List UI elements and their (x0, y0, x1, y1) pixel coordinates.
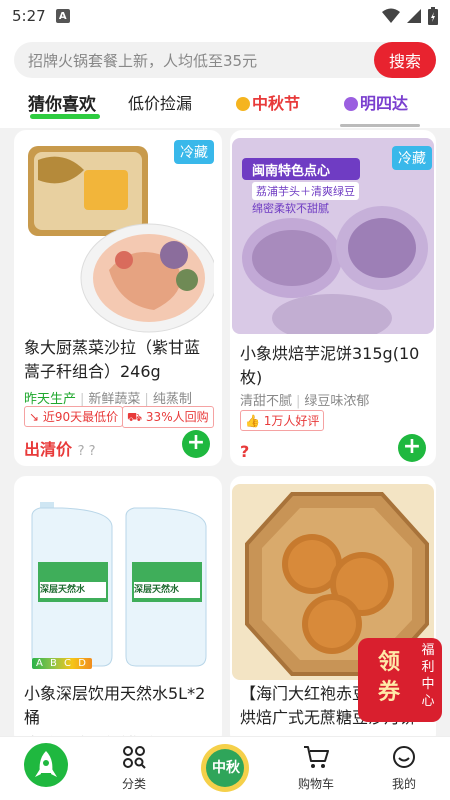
coupon-label-line: 券 (377, 680, 400, 705)
coupon-label-line: 领 (377, 650, 400, 675)
image-banner: 闽南特色点心 (252, 164, 331, 179)
battery-icon (428, 7, 438, 25)
status-bar: 5:27 A (0, 0, 450, 32)
product-image (24, 140, 214, 336)
image-subtitle: 荔浦芋头＋清爽绿豆 (252, 182, 359, 200)
product-card[interactable]: 冷藏 象大厨蒸菜沙拉（紫甘蓝 蒿子秆组合）246g 昨天生产 | 新鲜蔬菜 | 纯蒸制 … (14, 130, 222, 466)
cart-icon (304, 746, 329, 768)
reviews-pill: 👍 1万人好评 (240, 410, 325, 431)
product-tag: 绿豆味浓郁 (304, 394, 370, 409)
rocket-icon (24, 743, 68, 787)
nav-label: 分类 (121, 777, 146, 791)
tab-label: 猜你喜欢 (28, 95, 96, 115)
product-tags: 清甜不腻 | 绿豆味浓郁 (240, 394, 370, 409)
product-price: ? (240, 442, 250, 461)
product-title-line: 象大厨蒸菜沙拉（紫甘蓝 (24, 338, 201, 357)
price-label: 出清价 (24, 440, 73, 459)
tab-bargain[interactable]: 低价捡漏 (128, 90, 192, 114)
cold-storage-badge: 冷藏 (392, 146, 432, 170)
add-to-cart-button[interactable]: + (398, 434, 426, 462)
product-card[interactable]: 深层天然水 深层天然水 A B C D 小象深层饮用天然水5L*2 桶 地下深层… (14, 476, 222, 746)
product-card[interactable]: 闽南特色点心 荔浦芋头＋清爽绿豆 绵密柔软不甜腻 冷藏 小象烘焙芋泥饼315g(… (230, 130, 436, 466)
search-placeholder: 招牌火锅套餐上新，人均低至35元 (28, 52, 258, 70)
repurchase-pill: ⛟ 33%人回购 (122, 406, 214, 428)
tab-label: 中秋节 (252, 94, 301, 113)
tab-active-indicator (30, 114, 100, 119)
product-title: 小象深层饮用天然水5L*2 桶 (24, 682, 220, 730)
product-title-line: 小象烘焙芋泥饼315g(10 (240, 344, 420, 363)
cold-storage-badge: 冷藏 (174, 140, 214, 164)
brand-logo-icon (344, 97, 358, 111)
nav-mid-autumn[interactable]: 中秋 (185, 743, 265, 797)
tab-scroll-indicator (340, 124, 420, 127)
nutrition-grade: A B C D (32, 658, 92, 669)
product-title-line: 桶 (24, 708, 41, 727)
price-value: ? ? (77, 444, 96, 459)
product-title: 象大厨蒸菜沙拉（紫甘蓝 蒿子秆组合）246g (24, 336, 218, 384)
wifi-icon (382, 8, 400, 23)
product-price: 出清价 ? ? (24, 436, 96, 460)
product-tags: 昨天生产 | 新鲜蔬菜 | 纯蒸制 (24, 392, 192, 407)
tab-label: 低价捡漏 (128, 94, 193, 113)
tab-mid-autumn[interactable]: 中秋节 (236, 90, 300, 114)
bottle-label: 深层天然水 (134, 585, 180, 595)
product-tag: 清甜不腻 (240, 394, 293, 409)
coupon-side-label: 福利中心 (421, 643, 435, 709)
nav-label: 我的 (391, 777, 416, 791)
product-title-line: 蒿子秆组合）246g (24, 362, 161, 381)
bottom-navigation: 分类 中秋 购物车 我的 (0, 736, 450, 800)
product-title-line: 小象深层饮用天然水5L*2 (24, 684, 206, 703)
tab-brand[interactable]: 明四达 (344, 90, 408, 114)
category-tabs: 猜你喜欢 低价捡漏 中秋节 明四达 (0, 86, 450, 128)
nav-profile[interactable]: 我的 (364, 745, 444, 792)
product-tag: 昨天生产 (24, 392, 77, 407)
nav-label: 购物车 (297, 777, 334, 791)
pill-label: 1万人好评 (263, 414, 320, 428)
pill-label: 33%人回购 (145, 410, 209, 424)
nav-cart[interactable]: 购物车 (276, 745, 356, 792)
nav-label: 中秋 (212, 760, 240, 776)
moon-icon (236, 97, 250, 111)
product-title-line: 枚) (240, 368, 263, 387)
pill-label: 近90天最低价 (42, 410, 119, 424)
search-button[interactable]: 搜索 (374, 42, 436, 78)
smiley-icon (393, 746, 415, 768)
signal-icon (407, 9, 421, 23)
search-bar: 招牌火锅套餐上新，人均低至35元 搜索 (0, 32, 450, 86)
product-title: 小象烘焙芋泥饼315g(10 枚) (240, 342, 430, 390)
lowest-price-pill: ↘ 近90天最低价 (24, 406, 124, 427)
salad-image (24, 140, 214, 336)
image-subtitle: 绵密柔软不甜腻 (252, 202, 329, 215)
product-tag: 新鲜蔬菜 (88, 392, 141, 407)
search-input[interactable]: 招牌火锅套餐上新，人均低至35元 搜索 (14, 42, 436, 78)
status-time: 5:27 (12, 7, 46, 25)
category-icon (123, 746, 146, 769)
welfare-center-coupon[interactable]: 领 券 福利中心 (358, 638, 442, 722)
nav-home[interactable] (6, 743, 86, 793)
bottle-label: 深层天然水 (40, 585, 86, 595)
tab-guess-you-like[interactable]: 猜你喜欢 (28, 90, 100, 119)
add-to-cart-button[interactable]: + (182, 430, 210, 458)
status-icons (382, 7, 438, 25)
product-tag: 纯蒸制 (152, 392, 192, 407)
tab-label: 明四达 (360, 94, 409, 113)
notification-icon: A (55, 9, 70, 23)
coupon-label: 领 券 (364, 648, 414, 708)
nav-category[interactable]: 分类 (94, 745, 174, 792)
